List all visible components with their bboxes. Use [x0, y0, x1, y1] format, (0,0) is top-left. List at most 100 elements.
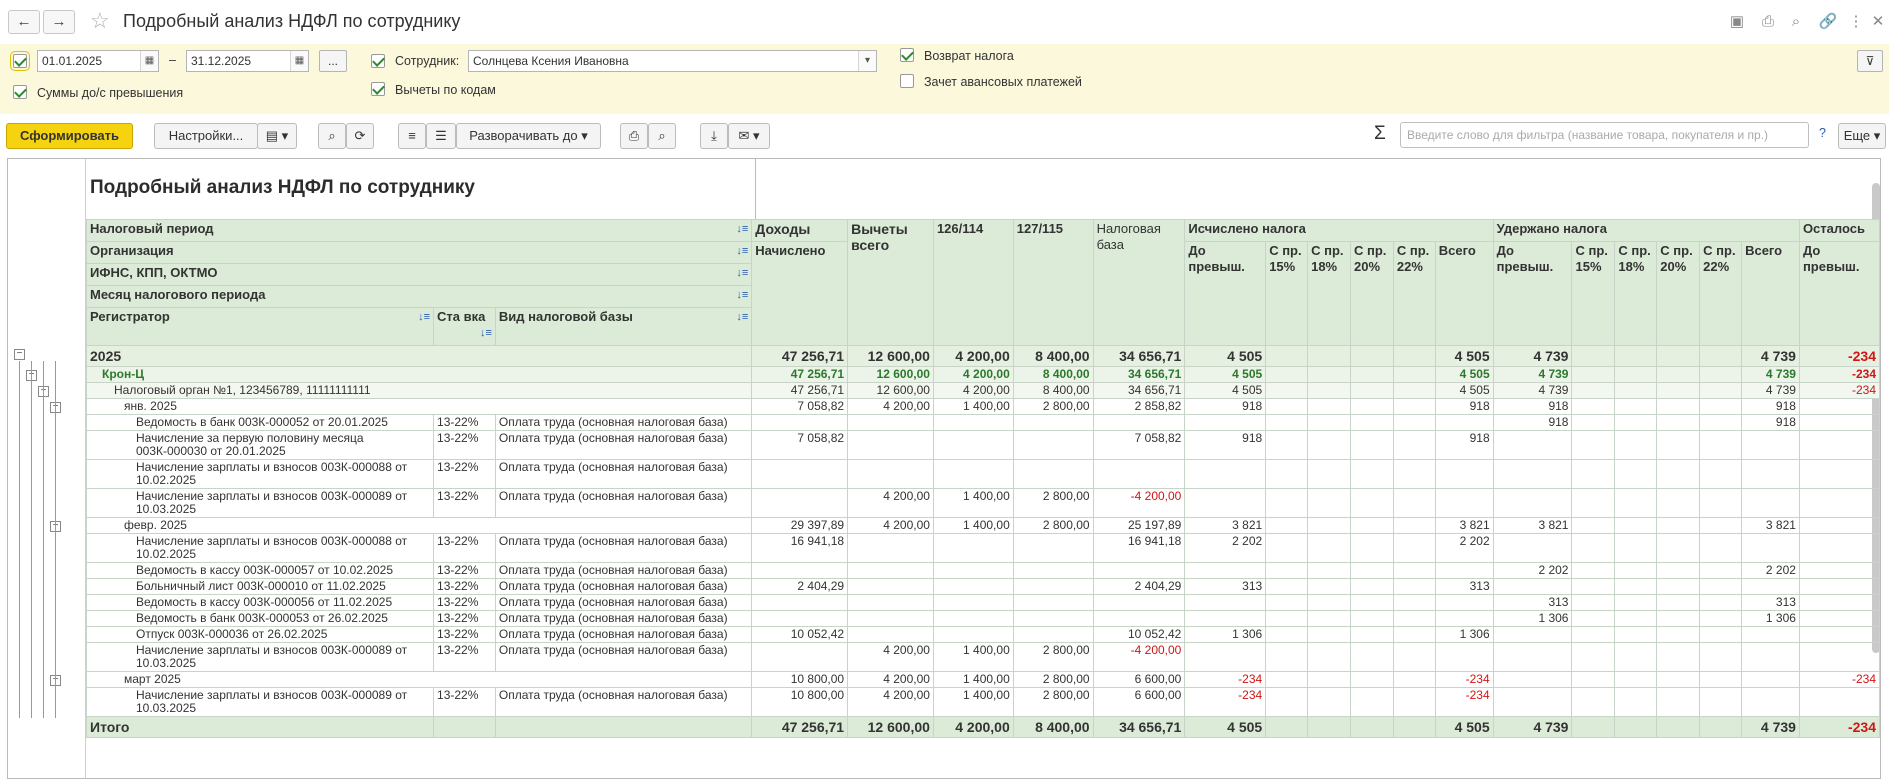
cell-ded: 4 200,00 — [847, 398, 934, 415]
row-label: Ведомость в кассу 003К-000056 от 11.02.2… — [85, 594, 435, 611]
cell-empty — [1307, 671, 1351, 688]
header-rate[interactable]: Ста вка ↓≡ — [433, 307, 496, 346]
sigma-icon[interactable]: Σ — [1374, 123, 1386, 145]
cell-empty — [1349, 610, 1394, 627]
sort-icon[interactable]: ↓≡ — [736, 309, 748, 325]
save-icon[interactable]: ▣ — [1727, 12, 1747, 32]
close-icon[interactable]: ✕ — [1868, 12, 1888, 32]
variants-button[interactable]: ▤ ▾ — [257, 123, 297, 149]
sort-icon[interactable]: ↓≡ — [736, 287, 748, 303]
cell-ded: 12 600,00 — [847, 716, 934, 738]
help-button[interactable]: ? — [1819, 126, 1826, 140]
more-vert-icon[interactable]: ⋮ — [1846, 12, 1866, 32]
row-base-type: Оплата труда (основная налоговая база) — [494, 562, 753, 579]
table-row[interactable]: Начисление зарплаты и взносов 003К-00008… — [85, 687, 1880, 717]
sort-icon[interactable]: ↓≡ — [418, 309, 430, 325]
table-row[interactable]: февр. 2025 29 397,89 4 200,00 1 400,00 2 800… — [85, 517, 1880, 534]
forward-button[interactable]: → — [43, 10, 75, 34]
return-tax-checkbox[interactable] — [900, 48, 914, 62]
collapse-group-icon[interactable]: − — [14, 348, 25, 360]
cell-empty — [1699, 610, 1743, 627]
expand-groups-button[interactable]: ☰ — [426, 123, 456, 149]
header-group-month[interactable]: Месяц налогового периода ↓≡ — [85, 285, 753, 308]
tree-line — [31, 360, 32, 718]
filter-input[interactable]: Введите слово для фильтра (название това… — [1400, 122, 1809, 148]
expand-to-button[interactable]: Разворачивать до ▾ — [456, 123, 601, 149]
employee-checkbox[interactable] — [371, 54, 385, 68]
table-row[interactable]: Отпуск 003К-000036 от 26.02.2025 13-22% Оп… — [85, 626, 1880, 643]
cell-d127: 2 800,00 — [1012, 687, 1094, 717]
sort-icon[interactable]: ↓≡ — [736, 265, 748, 281]
table-row[interactable]: 2025 47 256,71 12 600,00 4 200,00 8 400,00 34… — [85, 345, 1880, 367]
collapse-groups-button[interactable]: ≡ — [398, 123, 426, 149]
preview-icon[interactable]: ⌕ — [1786, 12, 1806, 32]
sort-icon[interactable]: ↓≡ — [480, 325, 492, 341]
cell-empty — [1265, 671, 1309, 688]
print-button[interactable]: ⎙ — [620, 123, 648, 149]
cell-w_before: 3 821 — [1492, 517, 1573, 534]
header-withheld-total: Всего — [1741, 241, 1800, 346]
table-row[interactable]: Начисление зарплаты и взносов 003К-00008… — [85, 533, 1880, 563]
print-preview-button[interactable]: ⌕ — [648, 123, 676, 149]
table-row[interactable]: Ведомость в банк 003К-000053 от 26.02.20… — [85, 610, 1880, 627]
header-withheld-22: С пр. 22% — [1699, 241, 1743, 346]
cell-base: 34 656,71 — [1092, 345, 1186, 367]
filter-icon[interactable]: ⊽ — [1857, 50, 1883, 72]
search-button[interactable]: ⌕ — [318, 123, 346, 149]
settings-button[interactable]: Настройки... — [154, 123, 258, 149]
table-row[interactable]: Больничный лист 003К-000010 от 11.02.202… — [85, 578, 1880, 595]
sort-icon[interactable]: ↓≡ — [736, 221, 748, 237]
cell-empty — [1349, 642, 1394, 672]
print-icon[interactable]: ⎙ — [1758, 12, 1778, 32]
advance-payments-checkbox[interactable] — [900, 74, 914, 88]
toolbar: Сформировать Настройки... ▤ ▾ ⌕ ⟳ ≡ ☰ Ра… — [0, 114, 1889, 156]
header-registrar[interactable]: Регистратор ↓≡ — [85, 307, 435, 346]
table-row[interactable]: Ведомость в кассу 003К-000057 от 10.02.2… — [85, 562, 1880, 579]
link-icon[interactable]: 🔗 — [1818, 12, 1838, 32]
sort-icon[interactable]: ↓≡ — [736, 243, 748, 259]
search-next-button[interactable]: ⟳ — [346, 123, 374, 149]
more-button[interactable]: Еще ▾ — [1838, 123, 1886, 149]
cell-empty — [1307, 610, 1351, 627]
generate-button[interactable]: Сформировать — [6, 123, 133, 149]
cell-base: 7 058,82 — [1092, 430, 1186, 460]
table-row[interactable]: Ведомость в кассу 003К-000056 от 11.02.2… — [85, 594, 1880, 611]
table-row[interactable]: март 2025 10 800,00 4 200,00 1 400,00 2 800,… — [85, 671, 1880, 688]
save-file-button[interactable]: ⤓ — [700, 123, 728, 149]
cell-income — [751, 459, 849, 489]
cell-remain — [1798, 533, 1880, 563]
header-group-ifns[interactable]: ИФНС, КПП, ОКТМО ↓≡ — [85, 263, 753, 286]
table-row[interactable]: Налоговый орган №1, 123456789, 111111111… — [85, 382, 1880, 399]
period-select-button[interactable]: ... — [319, 50, 347, 72]
cell-empty — [1656, 398, 1701, 415]
header-base-type[interactable]: Вид налоговой базы ↓≡ — [494, 307, 753, 346]
table-row[interactable]: Крон-Ц 47 256,71 12 600,00 4 200,00 8 400,00… — [85, 366, 1880, 383]
cell-income: 47 256,71 — [751, 382, 849, 399]
sums-checkbox[interactable] — [13, 85, 27, 99]
header-group-period[interactable]: Налоговый период ↓≡ — [85, 219, 753, 242]
chevron-down-icon[interactable]: ▾ — [858, 51, 876, 71]
cell-empty — [1307, 626, 1351, 643]
table-row[interactable]: Начисление зарплаты и взносов 003К-00008… — [85, 459, 1880, 489]
favorite-star-icon[interactable]: ☆ — [90, 8, 110, 34]
deductions-checkbox[interactable] — [371, 82, 385, 96]
total-row[interactable]: Итого 47 256,71 12 600,00 4 200,00 8 400,00 3… — [85, 716, 1880, 738]
table-row[interactable]: Ведомость в банк 003К-000052 от 20.01.20… — [85, 414, 1880, 431]
cell-empty — [1571, 626, 1616, 643]
table-row[interactable]: Начисление за первую половину месяца 003… — [85, 430, 1880, 460]
back-button[interactable]: ← — [8, 10, 40, 34]
employee-field[interactable]: Солнцева Ксения Ивановна ▾ — [468, 50, 877, 72]
calendar-icon[interactable]: ▦ — [290, 51, 308, 71]
cell-empty — [1656, 459, 1701, 489]
table-row[interactable]: Начисление зарплаты и взносов 003К-00008… — [85, 642, 1880, 672]
cell-empty — [1699, 398, 1743, 415]
period-checkbox[interactable] — [10, 51, 30, 71]
cell-base — [1092, 414, 1186, 431]
header-group-organization[interactable]: Организация ↓≡ — [85, 241, 753, 264]
table-row[interactable]: янв. 2025 7 058,82 4 200,00 1 400,00 2 800,0… — [85, 398, 1880, 415]
date-from-field[interactable]: 01.01.2025 ▦ — [37, 50, 159, 72]
date-to-field[interactable]: 31.12.2025 ▦ — [186, 50, 309, 72]
table-row[interactable]: Начисление зарплаты и взносов 003К-00008… — [85, 488, 1880, 518]
calendar-icon[interactable]: ▦ — [140, 51, 158, 71]
send-mail-button[interactable]: ✉ ▾ — [728, 123, 770, 149]
